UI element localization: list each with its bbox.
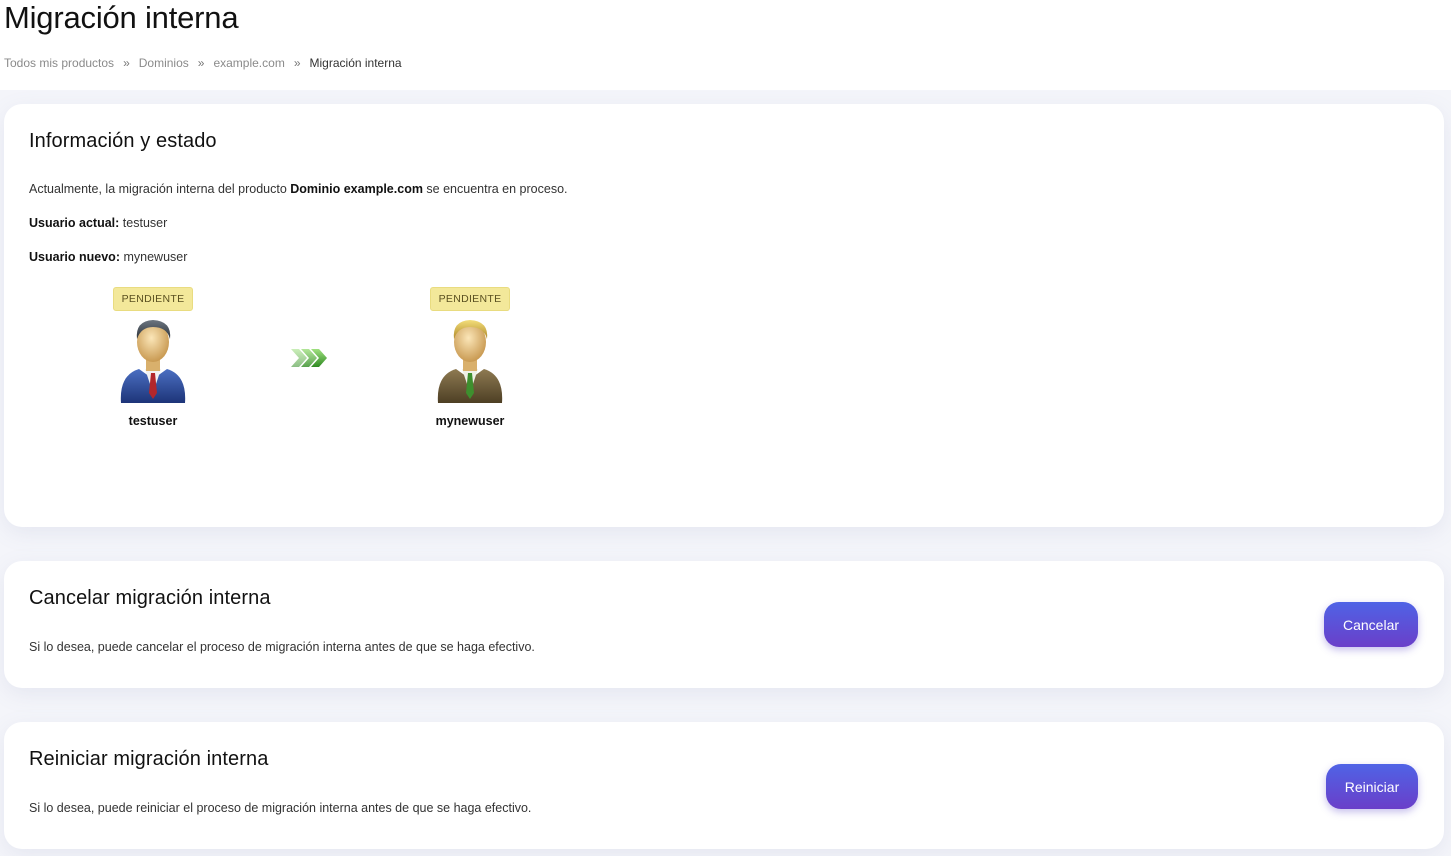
old-user-name: testuser	[128, 414, 178, 428]
cancel-button[interactable]: Cancelar	[1324, 602, 1418, 647]
status-prefix: Actualmente, la migración interna del pr…	[29, 182, 291, 196]
breadcrumb-separator: »	[197, 56, 205, 70]
info-status-card: Información y estado Actualmente, la mig…	[4, 104, 1444, 527]
old-user-block: PENDIENTE testuser	[98, 287, 208, 428]
current-user-value: testuser	[122, 216, 168, 230]
breadcrumb-separator: »	[293, 56, 301, 70]
page-title: Migración interna	[4, 0, 239, 35]
triple-chevron-arrow-icon	[291, 349, 327, 367]
user-blue-suit-icon	[120, 320, 186, 403]
restart-description: Si lo desea, puede reiniciar el proceso …	[29, 801, 532, 815]
restart-card-title: Reiniciar migración interna	[29, 748, 269, 770]
breadcrumb: Todos mis productos » Dominios » example…	[4, 56, 402, 70]
page-header: Migración interna Todos mis productos » …	[0, 0, 1451, 90]
new-user-value: mynewuser	[123, 250, 188, 264]
cancel-description: Si lo desea, puede cancelar el proceso d…	[29, 640, 535, 654]
user-olive-suit-icon	[437, 320, 503, 403]
cancel-card-title: Cancelar migración interna	[29, 587, 271, 609]
breadcrumb-current: Migración interna	[309, 56, 402, 70]
breadcrumb-domains[interactable]: Dominios	[139, 56, 189, 70]
breadcrumb-all-products[interactable]: Todos mis productos	[4, 56, 114, 70]
product-name: Dominio example.com	[290, 182, 423, 196]
restart-migration-card: Reiniciar migración interna Si lo desea,…	[4, 722, 1444, 849]
current-user-label: Usuario actual:	[29, 216, 120, 230]
new-user-name: mynewuser	[435, 414, 505, 428]
status-suffix: se encuentra en proceso.	[422, 182, 568, 196]
new-user-row: Usuario nuevo: mynewuser	[29, 250, 187, 264]
current-user-row: Usuario actual: testuser	[29, 216, 167, 230]
new-user-block: PENDIENTE mynewuser	[415, 287, 525, 428]
breadcrumb-domain[interactable]: example.com	[213, 56, 284, 70]
migration-status-text: Actualmente, la migración interna del pr…	[29, 182, 568, 196]
restart-button[interactable]: Reiniciar	[1326, 764, 1418, 809]
info-card-title: Información y estado	[29, 130, 217, 152]
new-user-label: Usuario nuevo:	[29, 250, 120, 264]
new-user-status-badge: PENDIENTE	[429, 287, 511, 311]
old-user-status-badge: PENDIENTE	[112, 287, 194, 311]
cancel-migration-card: Cancelar migración interna Si lo desea, …	[4, 561, 1444, 688]
breadcrumb-separator: »	[123, 56, 130, 70]
